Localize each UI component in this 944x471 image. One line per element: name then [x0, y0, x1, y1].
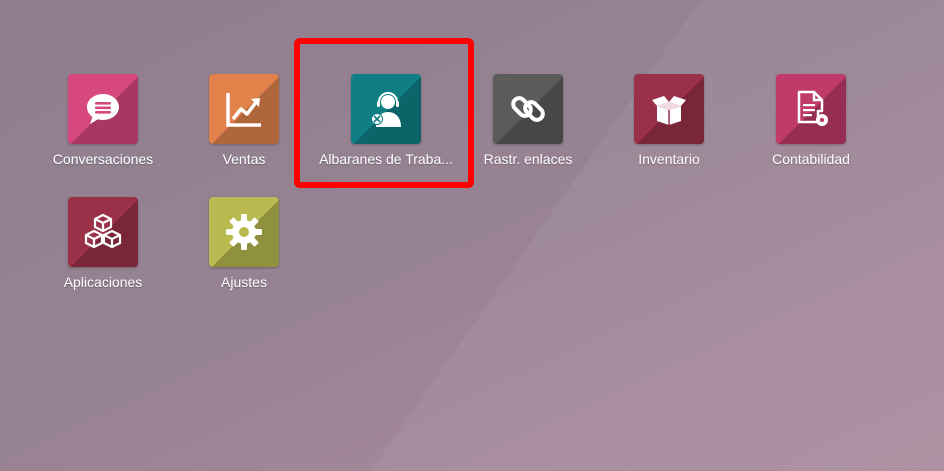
app-label: Ajustes [221, 274, 267, 290]
selection-highlight-box [294, 38, 474, 188]
app-label: Aplicaciones [63, 274, 143, 290]
app-label: Conversaciones [52, 151, 154, 167]
app-tile [776, 74, 846, 144]
app-ajustes[interactable]: Ajustes [170, 197, 320, 307]
app-label: Contabilidad [772, 151, 850, 167]
app-tile [493, 74, 563, 144]
cubes-icon [84, 213, 122, 249]
app-conversaciones[interactable]: Conversaciones [29, 74, 179, 184]
link-icon [511, 96, 545, 122]
document-gear-icon [797, 90, 828, 126]
app-tile [209, 74, 279, 144]
app-tile [68, 197, 138, 267]
app-tile [68, 74, 138, 144]
open-box-icon [652, 96, 686, 125]
app-label: Rastr. enlaces [483, 151, 573, 167]
app-rastr-enlaces[interactable]: Rastr. enlaces [454, 74, 604, 184]
gear-icon [226, 214, 262, 250]
app-tile [209, 197, 279, 267]
trending-up-chart-icon [226, 93, 261, 127]
app-inventario[interactable]: Inventario [595, 74, 745, 184]
app-tile [634, 74, 704, 144]
app-label: Inventario [638, 151, 700, 167]
app-aplicaciones[interactable]: Aplicaciones [29, 197, 179, 307]
chat-bubble-icon [87, 94, 119, 124]
app-contabilidad[interactable]: Contabilidad [737, 74, 887, 184]
